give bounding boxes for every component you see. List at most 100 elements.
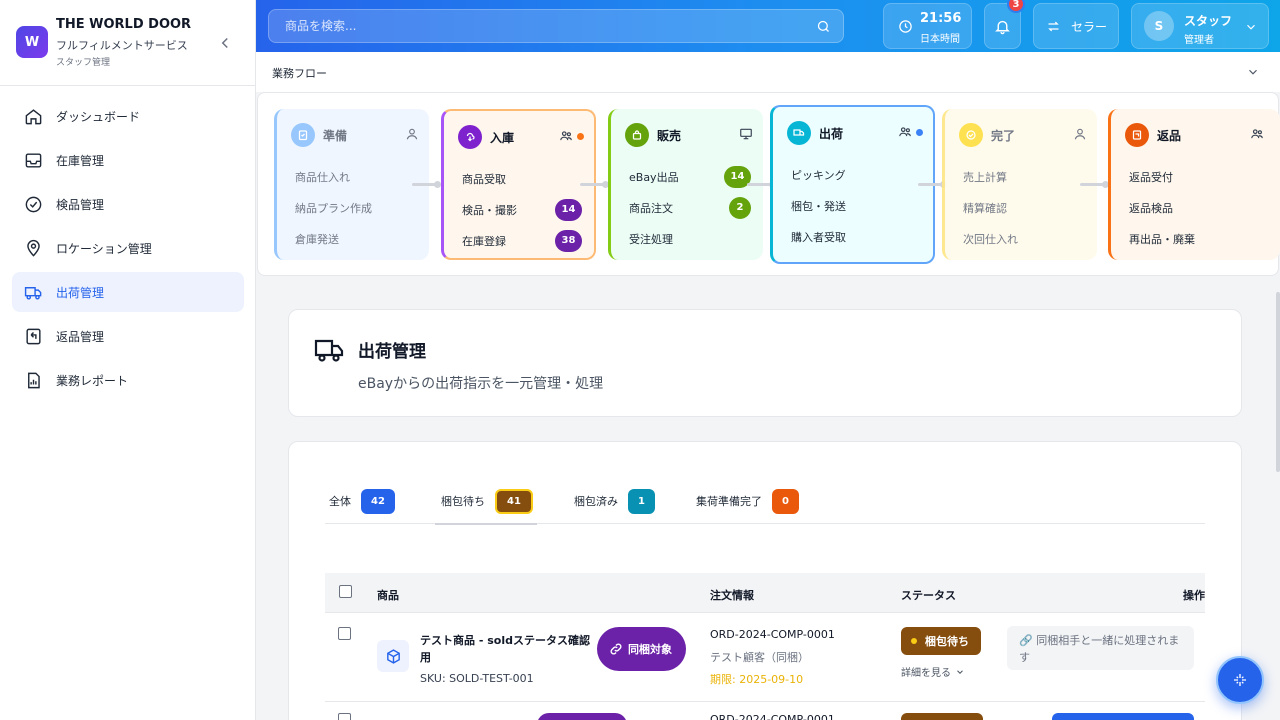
workflow-step[interactable]: 再出品・廃棄 <box>1129 223 1268 254</box>
tab-count-badge: 1 <box>628 488 655 514</box>
sidebar-item-location[interactable]: ロケーション管理 <box>12 228 244 268</box>
chevron-down-icon[interactable] <box>1246 65 1260 79</box>
workflow-card-sales[interactable]: 販売 eBay出品 14 商品注文 2 受注処理 <box>608 109 763 260</box>
sidebar-item-reports[interactable]: 業務レポート <box>12 360 244 400</box>
check-icon <box>959 123 983 147</box>
workflow-title: 業務フロー <box>272 67 327 80</box>
order-id: ORD-2024-COMP-0001 <box>710 713 835 720</box>
table-row: テスト商品 - soldステータス確認用 SKU: SOLD-TEST-001 … <box>325 614 1205 702</box>
row-checkbox[interactable] <box>338 627 351 640</box>
page-subtitle: eBayからの出荷指示を一元管理・処理 <box>358 376 604 392</box>
workflow-card-title: 完了 <box>991 128 1016 143</box>
product-thumbnail <box>377 640 409 672</box>
workflow-step[interactable]: 納品プラン作成 <box>295 192 417 223</box>
avatar: S <box>1144 11 1174 41</box>
check-circle-icon <box>25 196 42 212</box>
workflow-card-returns[interactable]: 返品 返品受付 返品検品 再出品・廃棄 <box>1108 109 1280 260</box>
search-icon[interactable] <box>816 19 831 34</box>
user-icon <box>406 128 418 140</box>
package-icon <box>386 648 400 664</box>
workflow-card-shipping[interactable]: 出荷 ピッキング 梱包・発送 購入者受取 <box>770 105 935 264</box>
workflow-card-prepare[interactable]: 準備 商品仕入れ 納品プラン作成 倉庫発送 <box>274 109 429 260</box>
workflow-step[interactable]: 売上計算 <box>963 161 1085 192</box>
bundle-badge[interactable] <box>537 713 627 720</box>
details-toggle[interactable]: 詳細を見る <box>901 664 965 679</box>
workflow-step[interactable]: eBay出品 14 <box>629 161 751 192</box>
home-icon <box>25 108 42 124</box>
row-checkbox[interactable] <box>338 713 351 720</box>
clipboard-icon <box>291 123 315 147</box>
workflow-step[interactable]: 梱包・発送 <box>791 190 921 221</box>
flow-connector <box>580 181 609 188</box>
product-name[interactable]: テスト商品 - soldステータス確認用 <box>420 632 590 666</box>
workflow-step[interactable]: 商品注文 2 <box>629 192 751 223</box>
flow-connector <box>1080 181 1109 188</box>
workflow-step[interactable]: 倉庫発送 <box>295 223 417 254</box>
search-input[interactable] <box>269 10 843 42</box>
workflow-step[interactable]: 検品・撮影 14 <box>462 194 582 225</box>
workflow-step[interactable]: 次回仕入れ <box>963 223 1085 254</box>
sidebar-item-inspection[interactable]: 検品管理 <box>12 184 244 224</box>
sparkle-icon <box>1234 674 1246 686</box>
sidebar-item-shipping[interactable]: 出荷管理 <box>12 272 244 312</box>
workflow-step[interactable]: ピッキング <box>791 159 921 190</box>
brand-subtitle: フルフィルメントサービス <box>56 39 188 52</box>
workflow-card-complete[interactable]: 完了 売上計算 精算確認 次回仕入れ <box>942 109 1097 260</box>
users-icon <box>899 127 911 137</box>
tab-packed[interactable]: 梱包済み 1 <box>574 488 655 514</box>
chevron-down-icon <box>957 669 963 674</box>
workflow-card-title: 出荷 <box>819 126 844 141</box>
swap-icon <box>1048 21 1059 31</box>
seller-switch-button[interactable]: セラー <box>1033 3 1119 49</box>
seller-label: セラー <box>1071 19 1108 34</box>
users-icon <box>1251 129 1263 139</box>
sidebar-item-label: 検品管理 <box>56 197 105 212</box>
workflow-header[interactable]: 業務フロー <box>256 52 1280 92</box>
tab-count-badge: 41 <box>495 488 533 514</box>
bundle-badge[interactable]: 同梱対象 <box>597 627 686 671</box>
assistant-fab-button[interactable] <box>1216 656 1264 704</box>
workflow-step[interactable]: 在庫登録 38 <box>462 225 582 256</box>
status-badge: 梱包待ち <box>901 627 981 655</box>
notification-badge: 3 <box>1007 0 1025 13</box>
tab-label: 全体 <box>329 495 351 508</box>
user-menu[interactable]: S スタッフ 管理者 <box>1131 3 1269 49</box>
column-header-actions: 操作 <box>1183 589 1205 602</box>
workflow-step[interactable]: 返品検品 <box>1129 192 1268 223</box>
select-all-checkbox[interactable] <box>339 585 352 598</box>
inbox-icon <box>25 152 42 168</box>
workflow-card-title: 準備 <box>323 128 348 143</box>
sidebar-nav: ダッシュボード 在庫管理 検品管理 ロケーション管理 出荷管理 返品管理 業務レ… <box>12 96 244 404</box>
search-box <box>268 9 844 43</box>
notification-button[interactable]: 3 <box>984 0 1025 49</box>
user-role: 管理者 <box>1184 35 1214 46</box>
action-button[interactable] <box>1052 713 1194 720</box>
workflow-step[interactable]: 購入者受取 <box>791 221 921 252</box>
sidebar-item-returns[interactable]: 返品管理 <box>12 316 244 356</box>
tab-ready-for-pickup[interactable]: 集荷準備完了 0 <box>696 488 799 514</box>
sidebar-item-inventory[interactable]: 在庫管理 <box>12 140 244 180</box>
download-icon <box>458 125 482 149</box>
user-name: スタッフ <box>1184 14 1233 28</box>
workflow-step[interactable]: 商品仕入れ <box>295 161 417 192</box>
workflow-step[interactable]: 商品受取 <box>462 163 582 194</box>
column-header-product: 商品 <box>377 589 399 602</box>
sidebar-item-label: 返品管理 <box>56 329 105 344</box>
workflow-step[interactable]: 精算確認 <box>963 192 1085 223</box>
current-time: 21:56 <box>920 11 962 26</box>
workflow-card-receiving[interactable]: 入庫 商品受取 検品・撮影 14 在庫登録 38 <box>441 109 596 260</box>
tab-awaiting-packing[interactable]: 梱包待ち 41 <box>435 488 537 525</box>
workflow-card-title: 返品 <box>1157 128 1182 143</box>
sidebar-item-dashboard[interactable]: ダッシュボード <box>12 96 244 136</box>
chevron-left-icon[interactable] <box>216 34 234 52</box>
bag-icon <box>625 123 649 147</box>
brand-role: スタッフ管理 <box>56 58 111 68</box>
workflow-step[interactable]: 受注処理 <box>629 223 751 254</box>
column-header-order: 注文情報 <box>710 589 754 602</box>
tab-all[interactable]: 全体 42 <box>329 488 395 514</box>
truck-icon <box>787 121 811 145</box>
scrollbar[interactable] <box>1276 292 1280 472</box>
tab-count-badge: 42 <box>361 488 395 514</box>
bundle-action-note: 🔗 同梱相手と一緒に処理されます <box>1007 626 1194 670</box>
workflow-step[interactable]: 返品受付 <box>1129 161 1268 192</box>
